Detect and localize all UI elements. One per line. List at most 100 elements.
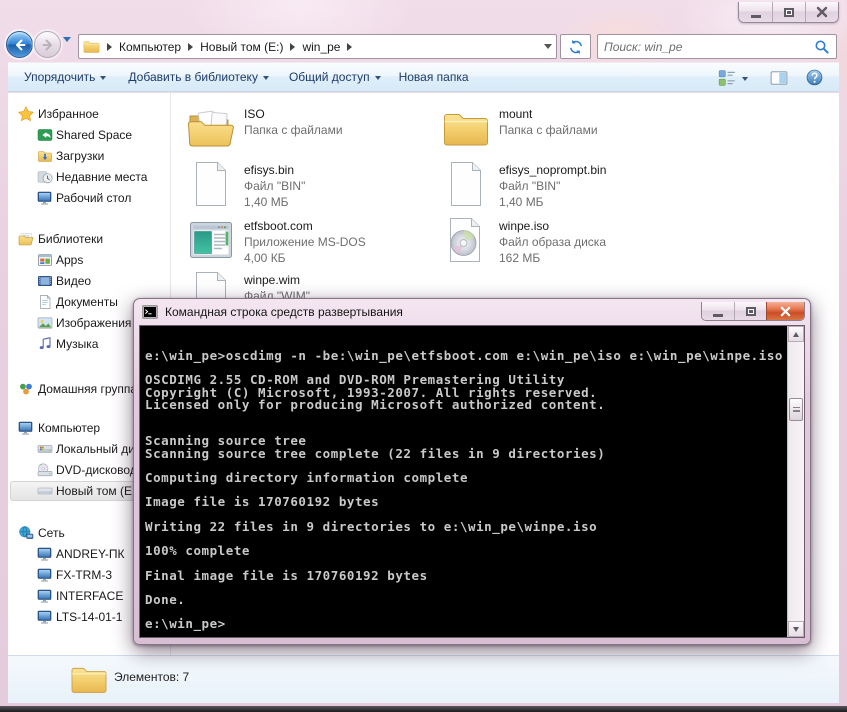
grip-icon bbox=[792, 407, 800, 412]
console[interactable]: e:\win_pe>oscdimg -n -be:\win_pe\etfsboo… bbox=[139, 325, 805, 638]
refresh-button[interactable] bbox=[560, 34, 591, 59]
console-scrollbar[interactable] bbox=[787, 326, 804, 637]
search-box bbox=[597, 34, 837, 59]
file-tile[interactable]: etfsboot.com Приложение MS-DOS 4,00 КБ bbox=[187, 216, 432, 268]
organize-button[interactable]: Упорядочить bbox=[24, 70, 107, 84]
breadcrumb-item[interactable]: Новый том (E:) bbox=[200, 40, 283, 54]
downloads-icon bbox=[37, 148, 53, 164]
libraries-icon bbox=[18, 231, 34, 247]
preview-pane-icon bbox=[770, 69, 788, 87]
sidebar-item-shared-space[interactable]: Shared Space bbox=[8, 125, 170, 145]
desktop-edge bbox=[0, 706, 847, 712]
file-icon bbox=[442, 160, 490, 208]
document-icon bbox=[37, 294, 53, 310]
breadcrumb-arrow-icon[interactable] bbox=[347, 42, 353, 51]
cmd-window: Командная строка средств развертывания e… bbox=[133, 298, 811, 645]
network-pc-icon bbox=[37, 546, 53, 562]
volume-icon bbox=[37, 483, 53, 499]
views-button[interactable] bbox=[718, 69, 748, 87]
recent-places-icon bbox=[37, 169, 53, 185]
file-tile[interactable]: efisys.bin Файл "BIN" 1,40 МБ bbox=[187, 160, 432, 212]
breadcrumb-arrow-icon[interactable] bbox=[188, 42, 194, 51]
window-controls bbox=[738, 2, 839, 23]
sidebar-item-video[interactable]: Видео bbox=[8, 271, 170, 291]
search-icon[interactable] bbox=[814, 39, 830, 55]
computer-icon bbox=[18, 420, 34, 436]
cmd-maximize-button[interactable] bbox=[734, 302, 766, 320]
network-pc-icon bbox=[37, 588, 53, 604]
video-icon bbox=[37, 273, 53, 289]
history-dropdown[interactable] bbox=[63, 37, 71, 56]
disc-image-icon bbox=[442, 216, 490, 264]
add-to-library-button[interactable]: Добавить в библиотеку bbox=[128, 70, 269, 84]
refresh-icon bbox=[568, 39, 584, 55]
sidebar-item-downloads[interactable]: Загрузки bbox=[8, 146, 170, 166]
pictures-icon bbox=[37, 315, 53, 331]
minimize-button[interactable] bbox=[739, 2, 772, 22]
folder-icon bbox=[442, 104, 490, 152]
cmd-close-button[interactable] bbox=[766, 302, 804, 320]
minimize-icon bbox=[750, 14, 761, 18]
address-dropdown-icon[interactable] bbox=[544, 44, 552, 49]
scroll-down-button[interactable] bbox=[788, 621, 804, 637]
scroll-thumb[interactable] bbox=[789, 398, 803, 421]
close-icon bbox=[780, 306, 791, 317]
network-icon bbox=[18, 525, 34, 541]
folder-icon bbox=[70, 663, 108, 695]
breadcrumb-item[interactable]: Компьютер bbox=[119, 40, 181, 54]
new-folder-button[interactable]: Новая папка bbox=[399, 70, 469, 84]
arrow-down-icon bbox=[793, 626, 799, 632]
file-tile[interactable]: efisys_noprompt.bin Файл "BIN" 1,40 МБ bbox=[442, 160, 687, 212]
sidebar-item-desktop[interactable]: Рабочий стол bbox=[8, 188, 170, 208]
network-pc-icon bbox=[37, 567, 53, 583]
file-tile[interactable]: winpe.iso Файл образа диска 162 МБ bbox=[442, 216, 687, 268]
status-bar: Элементов: 7 bbox=[8, 655, 839, 703]
cmd-minimize-button[interactable] bbox=[702, 302, 734, 320]
items-count: Элементов: 7 bbox=[114, 670, 190, 684]
search-input[interactable] bbox=[604, 39, 814, 54]
maximize-button[interactable] bbox=[772, 2, 805, 22]
breadcrumb-item[interactable]: win_pe bbox=[302, 40, 340, 54]
restore-icon bbox=[784, 7, 794, 17]
arrow-up-icon bbox=[793, 331, 799, 337]
scroll-up-button[interactable] bbox=[788, 326, 804, 342]
shared-folder-icon bbox=[37, 127, 53, 143]
chevron-down-icon bbox=[374, 76, 381, 80]
help-button[interactable] bbox=[806, 69, 823, 86]
cmd-icon bbox=[142, 305, 158, 319]
sidebar-item-favorites[interactable]: Избранное bbox=[8, 104, 170, 124]
explorer-window: Компьютер Новый том (E:) win_pe Упорядоч… bbox=[0, 0, 847, 712]
file-icon bbox=[187, 160, 235, 208]
preview-pane-button[interactable] bbox=[770, 69, 788, 87]
breadcrumb-arrow-icon[interactable] bbox=[290, 42, 296, 51]
cmd-window-title: Командная строка средств развертывания bbox=[165, 305, 403, 319]
command-toolbar: Упорядочить Добавить в библиотеку Общий … bbox=[8, 62, 839, 92]
folder-open-icon bbox=[187, 104, 235, 152]
sidebar-item-recent-places[interactable]: Недавние места bbox=[8, 167, 170, 187]
apps-icon bbox=[37, 252, 53, 268]
desktop-icon bbox=[37, 190, 53, 206]
minimize-icon bbox=[713, 313, 723, 317]
views-icon bbox=[718, 69, 736, 87]
cmd-window-controls bbox=[701, 302, 805, 321]
breadcrumb-arrow-icon[interactable] bbox=[107, 42, 112, 51]
back-button[interactable] bbox=[6, 31, 33, 58]
close-button[interactable] bbox=[805, 2, 838, 22]
share-button[interactable]: Общий доступ bbox=[289, 70, 381, 84]
arrow-left-icon bbox=[12, 37, 28, 53]
sidebar-item-apps[interactable]: Apps bbox=[8, 250, 170, 270]
maximize-icon bbox=[745, 306, 756, 316]
file-tile[interactable]: ISO Папка с файлами bbox=[187, 104, 432, 156]
chevron-down-icon bbox=[100, 76, 107, 80]
msdos-app-icon bbox=[187, 216, 235, 264]
music-icon bbox=[37, 336, 53, 352]
chevron-down-icon bbox=[262, 76, 269, 80]
chevron-down-icon bbox=[742, 77, 748, 81]
star-icon bbox=[18, 106, 34, 122]
forward-button[interactable] bbox=[34, 31, 61, 58]
address-bar[interactable]: Компьютер Новый том (E:) win_pe bbox=[78, 34, 557, 59]
sidebar-item-libraries[interactable]: Библиотеки bbox=[8, 229, 170, 249]
dvd-drive-icon bbox=[37, 462, 53, 478]
file-tile[interactable]: mount Папка с файлами bbox=[442, 104, 687, 156]
homegroup-icon bbox=[18, 381, 34, 397]
